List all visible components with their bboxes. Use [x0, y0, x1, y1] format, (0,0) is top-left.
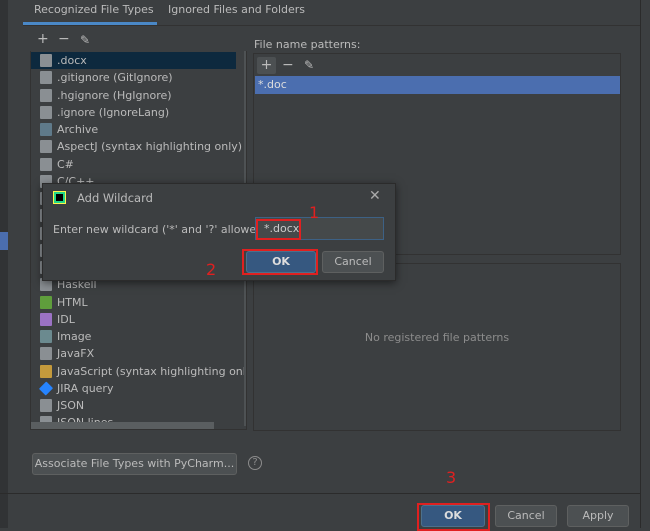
list-item[interactable]: JavaScript (syntax highlighting only) — [31, 363, 246, 380]
apply-button[interactable]: Apply — [567, 505, 629, 527]
list-item-label: JavaFX — [57, 347, 95, 361]
list-item-label: Image — [57, 330, 92, 343]
list-item[interactable]: Image — [31, 328, 236, 345]
remove-file-type-button[interactable]: − — [58, 31, 70, 47]
patterns-header: File name patterns: — [254, 38, 361, 51]
html-icon — [40, 295, 52, 309]
registered-patterns-panel: No registered file patterns — [253, 263, 621, 431]
list-item-label: .ignore (IgnoreLang) — [57, 105, 170, 119]
help-icon[interactable]: ? — [248, 456, 262, 470]
annotation-box-3 — [417, 503, 490, 531]
list-item-label: Archive — [57, 123, 99, 136]
list-item-label: .gitignore (GitIgnore) — [57, 71, 173, 85]
ignore-file-icon — [40, 71, 52, 85]
list-item-label: C# — [57, 157, 74, 171]
add-wildcard-dialog: Add Wildcard ✕ Enter new wildcard ('*' a… — [42, 183, 396, 281]
list-item-label: AspectJ (syntax highlighting only) — [57, 140, 243, 154]
image-icon — [40, 330, 52, 343]
tab-ignored-files[interactable]: Ignored Files and Folders — [168, 0, 305, 22]
add-file-type-button[interactable]: + — [37, 31, 49, 47]
annotation-box-2 — [242, 249, 318, 275]
list-item-label: JavaScript (syntax highlighting only) — [57, 364, 247, 378]
horizontal-scrollbar[interactable] — [31, 422, 214, 429]
list-item-label: IDL — [57, 312, 75, 326]
dialog-cancel-button[interactable]: Cancel — [322, 251, 384, 273]
list-item[interactable]: JSON — [31, 397, 236, 414]
cancel-button[interactable]: Cancel — [495, 505, 557, 527]
remove-pattern-button[interactable]: − — [282, 57, 294, 73]
divider — [640, 0, 641, 528]
list-item-label: HTML — [57, 295, 88, 309]
list-item-label: JSON — [57, 399, 85, 412]
pattern-item[interactable]: *.doc — [255, 76, 620, 94]
user-file-icon — [40, 54, 52, 67]
dialog-title: Add Wildcard — [77, 191, 153, 205]
list-item[interactable]: JavaFX — [31, 345, 236, 362]
add-pattern-button[interactable]: + — [257, 57, 276, 74]
list-item[interactable]: .hgignore (HgIgnore) — [31, 87, 236, 104]
edit-file-type-button[interactable]: ✎ — [80, 33, 90, 47]
list-item[interactable]: HTML — [31, 294, 236, 311]
jira-icon — [38, 381, 54, 396]
annotation-box-1 — [256, 219, 301, 240]
list-item[interactable]: IDL — [31, 311, 236, 328]
annotation-number-3: 3 — [446, 468, 457, 487]
associate-file-types-button[interactable]: Associate File Types with PyCharm... — [32, 453, 237, 475]
edit-pattern-button[interactable]: ✎ — [304, 58, 314, 72]
list-item-label: .docx — [57, 54, 87, 67]
list-item[interactable]: JIRA query — [31, 380, 236, 397]
list-item[interactable]: C# — [31, 156, 236, 173]
list-item[interactable]: .docx — [31, 52, 236, 69]
empty-state-text: No registered file patterns — [364, 331, 510, 344]
js-icon — [40, 364, 52, 378]
annotation-number-1: 1 — [309, 203, 320, 222]
left-sidebar-selection — [0, 232, 8, 250]
divider — [23, 25, 640, 26]
wildcard-label: Enter new wildcard ('*' and '?' allowed)… — [53, 223, 272, 236]
list-item[interactable]: Archive — [31, 121, 236, 138]
list-item[interactable]: .ignore (IgnoreLang) — [31, 104, 236, 121]
json-icon — [40, 399, 52, 412]
archive-icon — [40, 123, 52, 136]
list-item-label: JIRA query — [57, 381, 114, 395]
user-file-icon — [40, 157, 52, 171]
left-sidebar — [0, 0, 8, 528]
tab-recognized-file-types[interactable]: Recognized File Types — [34, 0, 154, 22]
list-item[interactable]: .gitignore (GitIgnore) — [31, 69, 236, 86]
user-file-icon — [40, 347, 52, 361]
list-item-label: .hgignore (HgIgnore) — [57, 88, 172, 102]
close-icon[interactable]: ✕ — [369, 188, 381, 204]
idl-icon — [40, 312, 52, 326]
pycharm-icon — [53, 191, 66, 204]
ignore-file-icon — [40, 88, 52, 102]
annotation-number-2: 2 — [206, 260, 217, 279]
divider — [0, 493, 640, 494]
user-file-icon — [40, 140, 52, 154]
list-item[interactable]: AspectJ (syntax highlighting only) — [31, 138, 242, 155]
ignore-file-icon — [40, 105, 52, 119]
